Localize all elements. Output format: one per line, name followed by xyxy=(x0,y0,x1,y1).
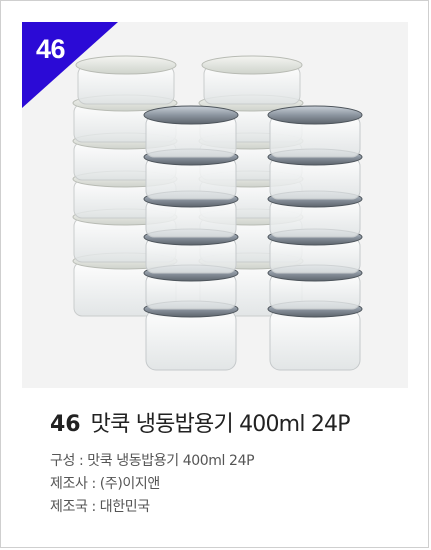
spec-separator: : xyxy=(91,476,96,492)
product-specs: 구성: 맛쿡 냉동밥용기 400ml 24P 제조사: (주)이지앤 제조국: 대한민… xyxy=(50,450,255,519)
spec-label: 제조국 xyxy=(50,499,88,515)
spec-label: 제조사 xyxy=(50,476,88,492)
spec-value: 맛쿡 냉동밥용기 400ml 24P xyxy=(87,453,255,469)
spec-country: 제조국: 대한민국 xyxy=(50,496,254,519)
product-number: 46 xyxy=(50,412,81,437)
spec-composition: 구성: 맛쿡 냉동밥용기 400ml 24P xyxy=(50,450,255,473)
product-card[interactable]: 46 46 맛쿡 냉동밥용기 400ml 24P 구성: 맛쿡 냉동밥용기 400m… xyxy=(0,0,429,548)
product-title[interactable]: 46 맛쿡 냉동밥용기 400ml 24P xyxy=(50,406,350,438)
spec-value: (주)이지앤 xyxy=(99,476,160,492)
spec-label: 구성 xyxy=(50,453,75,469)
front-left-container-stack xyxy=(143,105,239,371)
product-photo[interactable] xyxy=(22,22,408,388)
spec-manufacturer: 제조사: (주)이지앤 xyxy=(50,473,254,496)
front-right-container-stack xyxy=(267,105,363,371)
badge-number: 46 xyxy=(36,34,66,64)
spec-separator: : xyxy=(91,499,96,515)
spec-separator: : xyxy=(78,453,84,469)
spec-value: 대한민국 xyxy=(99,499,150,515)
product-name: 맛쿡 냉동밥용기 400ml 24P xyxy=(90,412,351,437)
